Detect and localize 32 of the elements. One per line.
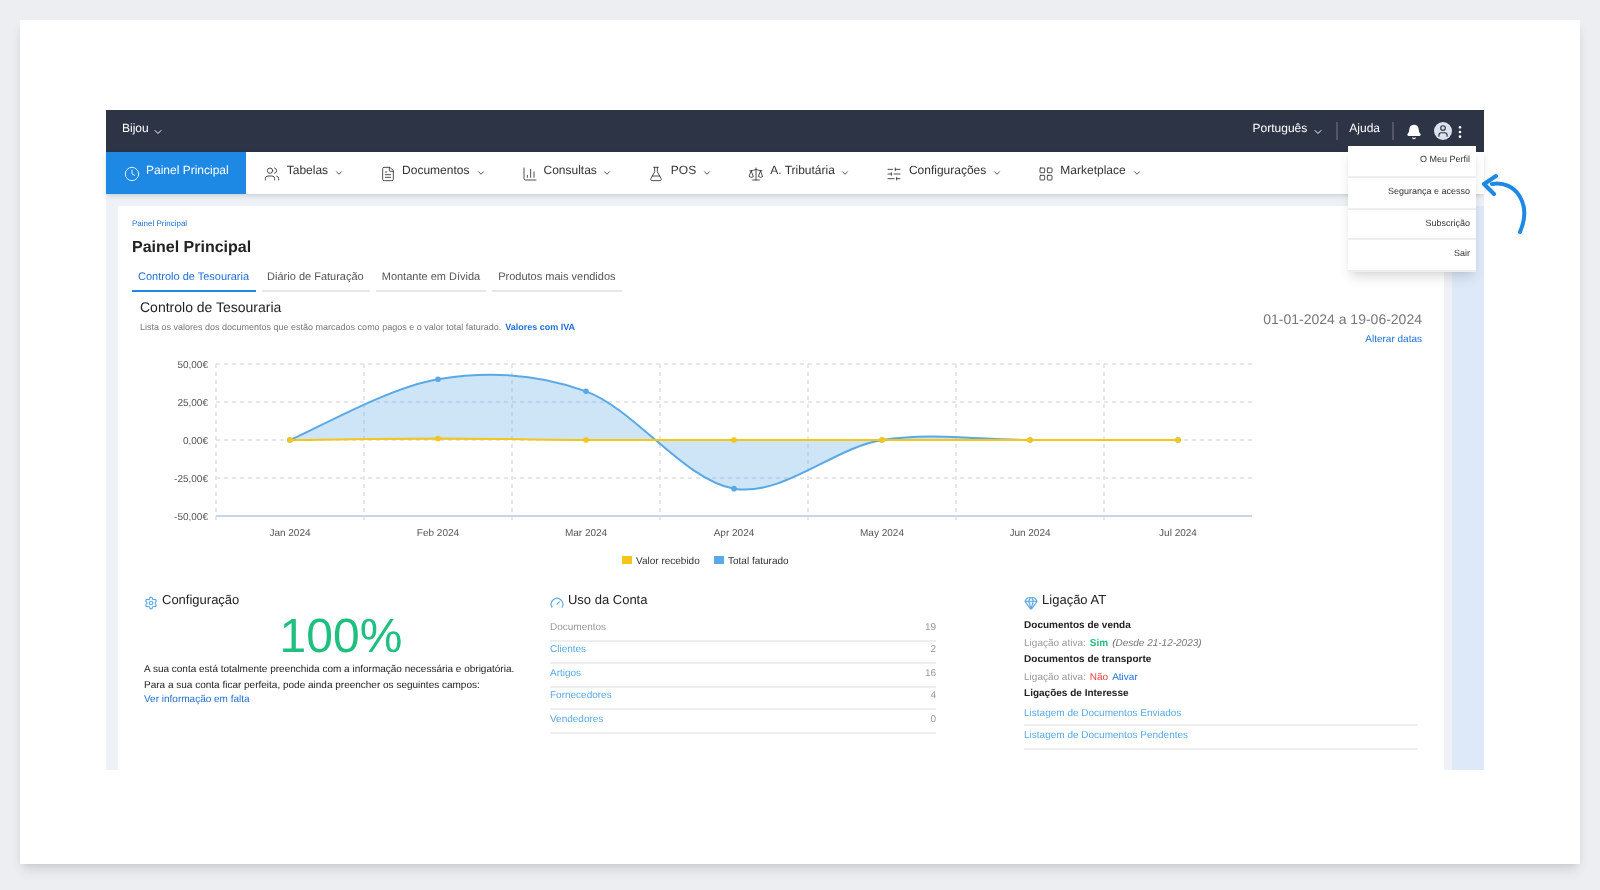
chevron-icon (152, 125, 165, 137)
bar-chart-icon (521, 165, 538, 181)
data-point (731, 486, 737, 492)
chevron-icon (992, 168, 1003, 178)
data-point (435, 376, 441, 383)
completion-percent: 100% (277, 612, 405, 664)
chevron-icon (1131, 168, 1142, 178)
grid-icon (1038, 165, 1055, 181)
data-point (731, 437, 737, 444)
diamond-icon (1024, 595, 1039, 610)
users-icon (264, 165, 281, 181)
sliders-icon (886, 165, 903, 181)
clock-icon (124, 165, 140, 181)
settings-icon (144, 595, 158, 610)
scale-icon (748, 165, 765, 181)
data-point (435, 436, 441, 442)
chevron-icon (1311, 125, 1324, 137)
data-point (583, 389, 589, 395)
chevron-icon (334, 168, 345, 178)
legend-swatch (714, 556, 724, 565)
document-icon (380, 165, 397, 181)
avatar-icon[interactable] (1434, 122, 1452, 140)
chevron-icon (702, 168, 713, 178)
chevron-icon (840, 168, 851, 178)
page-title: Painel Principal (132, 236, 254, 260)
data-point (583, 437, 589, 444)
chevron-icon (602, 168, 613, 178)
legend-swatch (622, 556, 632, 565)
chevron-icon (475, 168, 486, 178)
gauge-icon (549, 595, 564, 610)
flask-icon (648, 165, 665, 181)
notification-bell-icon[interactable] (1406, 123, 1422, 139)
